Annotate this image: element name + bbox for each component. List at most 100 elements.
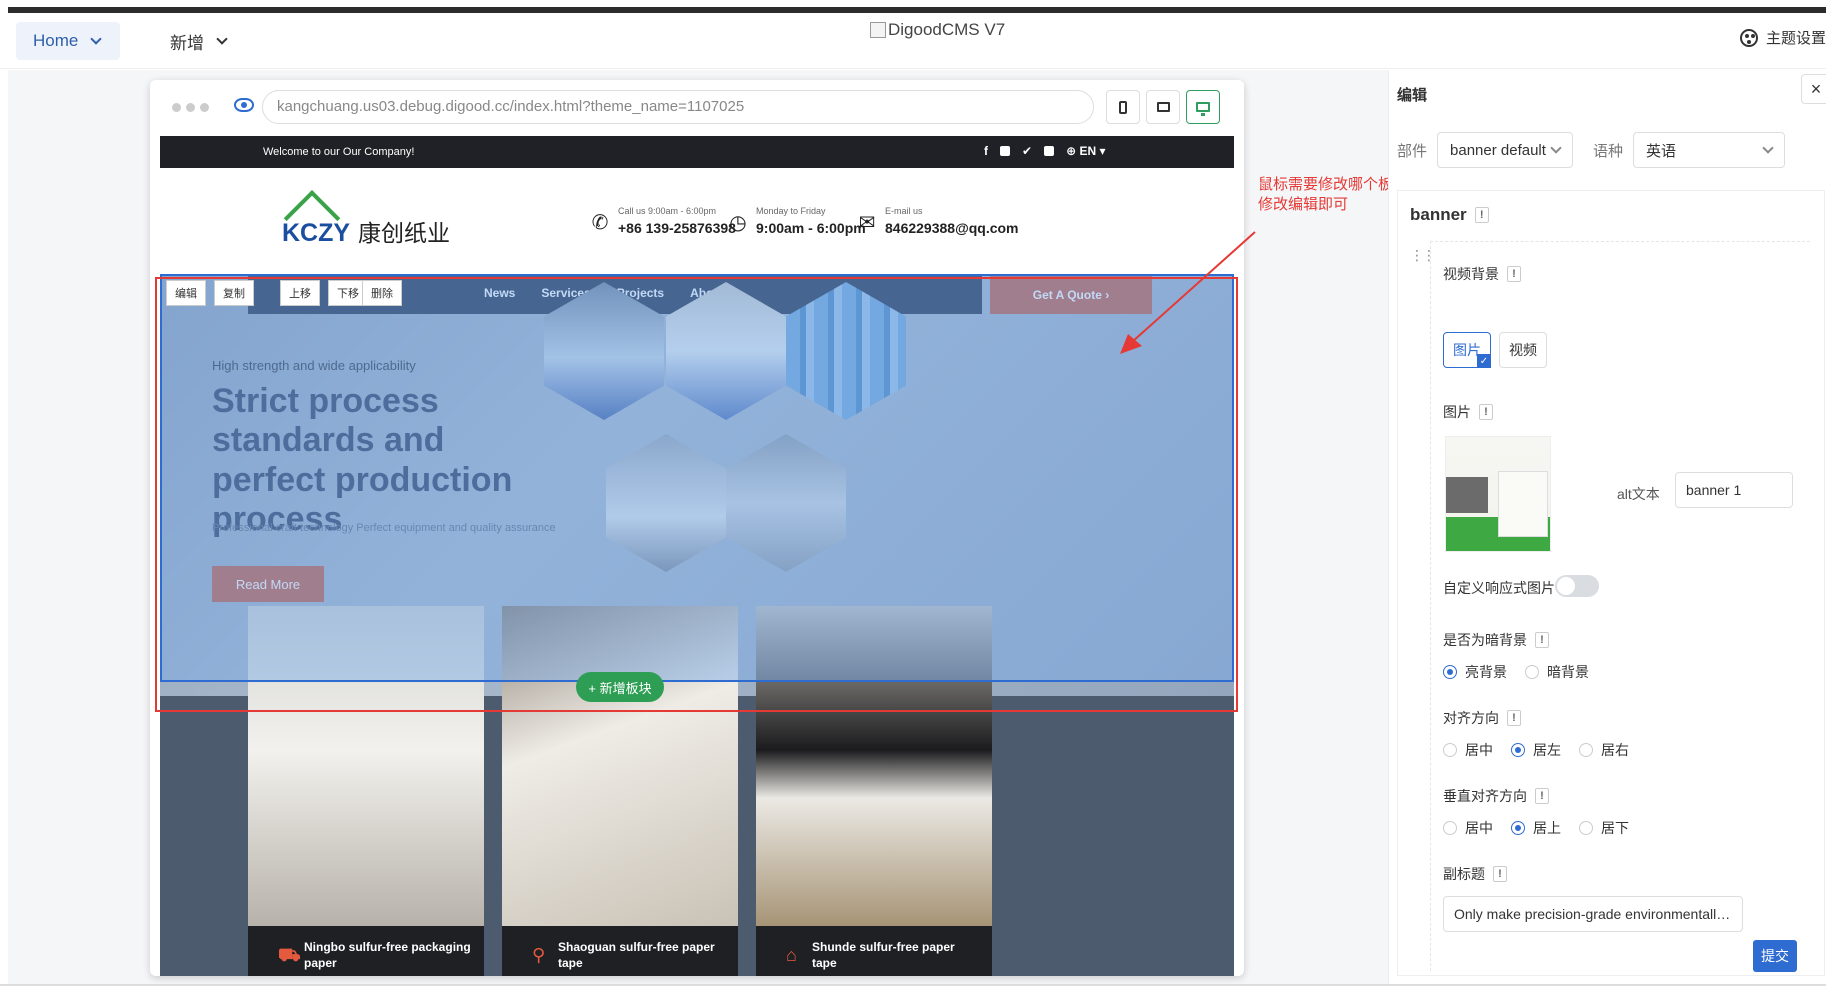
product-title: Shaoguan sulfur-free paper tape xyxy=(558,940,715,970)
contact-value: 9:00am - 6:00pm xyxy=(756,220,866,236)
video-bg-toggle: 图片 视频 xyxy=(1443,332,1547,368)
contact-phone: ✆ Call us 9:00am - 6:00pm +86 139-2587639… xyxy=(590,206,736,236)
radio-label: 居上 xyxy=(1533,820,1561,836)
close-icon[interactable]: × xyxy=(1801,74,1826,104)
chevron-down-icon xyxy=(216,33,228,45)
component-title: banner ! xyxy=(1410,205,1489,225)
browser-bar: kangchuang.us03.debug.digood.cc/index.ht… xyxy=(150,80,1244,136)
bg-image-option[interactable]: 图片 xyxy=(1443,332,1491,368)
tablet-icon xyxy=(1156,102,1170,112)
youtube-icon[interactable] xyxy=(1044,146,1055,156)
radio-dark-bg[interactable]: 暗背景 xyxy=(1525,662,1589,682)
clock-icon: ◷ xyxy=(729,212,747,234)
responsive-image-label: 自定义响应式图片 xyxy=(1443,578,1555,598)
language-switch[interactable]: ⊕ EN ▾ xyxy=(1066,144,1105,158)
add-dropdown[interactable]: 新增 xyxy=(170,22,228,60)
radio-align-center[interactable]: 居中 xyxy=(1443,740,1493,760)
dark-bg-radios: 亮背景 暗背景 xyxy=(1443,662,1589,682)
edit-panel: 编辑 × 部件 banner default 语种 英语 banner ! ⋮⋮… xyxy=(1388,70,1826,986)
add-label: 新增 xyxy=(170,33,204,53)
info-icon[interactable]: ! xyxy=(1535,788,1549,804)
desktop-view-button[interactable] xyxy=(1186,90,1220,124)
social-links: f ✔ ⊕ EN ▾ xyxy=(984,144,1105,158)
info-icon[interactable]: ! xyxy=(1493,866,1507,882)
site-logo[interactable]: KCZY 康创纸业 xyxy=(282,190,450,248)
align-label: 对齐方向! xyxy=(1443,708,1521,728)
chevron-down-icon xyxy=(1550,142,1562,154)
contact-hours: ◷ Monday to Friday 9:00am - 6:00pm xyxy=(728,206,866,236)
contact-label: Call us 9:00am - 6:00pm xyxy=(618,206,717,216)
chevron-down-icon xyxy=(1762,142,1774,154)
align-radios: 居中 居左 居右 xyxy=(1443,740,1629,760)
site-topbar: Welcome to our Our Company! f ✔ ⊕ EN ▾ xyxy=(160,136,1234,168)
logo-roof-icon xyxy=(284,190,340,216)
contact-email: ✉ E-mail us 846229388@qq.com xyxy=(857,206,1019,236)
truck-icon: ⛟ xyxy=(278,945,301,965)
phone-icon: ✆ xyxy=(591,212,609,234)
radio-light-bg[interactable]: 亮背景 xyxy=(1443,662,1507,682)
home-dropdown[interactable]: Home xyxy=(16,22,120,60)
info-icon[interactable]: ! xyxy=(1535,632,1549,648)
product-title: Ningbo sulfur-free packaging paper xyxy=(304,940,471,970)
language-value: 英语 xyxy=(1646,142,1677,160)
radio-label: 居右 xyxy=(1601,742,1629,758)
top-bar: Home 新增 DigoodCMS V7 主题设置 xyxy=(0,13,1826,69)
radio-label: 居下 xyxy=(1601,820,1629,836)
logo-cn: 康创纸业 xyxy=(358,220,451,246)
phone-icon xyxy=(1119,100,1127,114)
brand-logo: DigoodCMS V7 xyxy=(870,20,1005,40)
banner-image-thumbnail[interactable] xyxy=(1445,436,1551,552)
bg-video-option[interactable]: 视频 xyxy=(1499,332,1547,368)
info-icon[interactable]: ! xyxy=(1474,207,1489,223)
component-editor: banner ! ⋮⋮ 视频背景! 图片 视频 图片! alt文本 banner… xyxy=(1397,190,1825,976)
url-bar[interactable]: kangchuang.us03.debug.digood.cc/index.ht… xyxy=(262,90,1094,124)
location-pin-icon: ⚲ xyxy=(532,945,546,965)
submit-button[interactable]: 提交 xyxy=(1753,940,1797,972)
warehouse-icon: ⌂ xyxy=(786,945,797,965)
responsive-image-toggle[interactable] xyxy=(1555,575,1599,597)
annotation-arrow-icon xyxy=(1120,231,1256,354)
field-label: 是否为暗背景 xyxy=(1443,632,1527,648)
theme-settings[interactable]: 主题设置 xyxy=(1739,27,1826,48)
part-language-row: 部件 banner default 语种 英语 xyxy=(1397,132,1786,168)
home-label: Home xyxy=(33,31,79,50)
radio-valign-top[interactable]: 居上 xyxy=(1511,818,1561,838)
info-icon[interactable]: ! xyxy=(1507,266,1521,282)
facebook-icon[interactable]: f xyxy=(984,144,988,158)
language-label: EN xyxy=(1079,144,1097,158)
subtitle-input[interactable]: Only make precision-grade environmentall… xyxy=(1443,896,1743,932)
subtitle-label: 副标题! xyxy=(1443,864,1507,884)
radio-label: 居中 xyxy=(1465,820,1493,836)
tablet-view-button[interactable] xyxy=(1146,90,1180,124)
field-list: 视频背景! 图片 视频 图片! alt文本 banner 1 自定义响应式图片 … xyxy=(1430,241,1810,971)
radio-label: 居左 xyxy=(1533,742,1561,758)
brand-alt-text: DigoodCMS V7 xyxy=(888,20,1006,39)
radio-align-right[interactable]: 居右 xyxy=(1579,740,1629,760)
annotation-highlight-box xyxy=(155,277,1238,712)
info-icon[interactable]: ! xyxy=(1479,404,1493,420)
twitter-icon[interactable]: ✔ xyxy=(1022,144,1032,158)
info-icon[interactable]: ! xyxy=(1507,710,1521,726)
part-select[interactable]: banner default xyxy=(1437,132,1574,168)
radio-valign-center[interactable]: 居中 xyxy=(1443,818,1493,838)
radio-valign-bottom[interactable]: 居下 xyxy=(1579,818,1629,838)
alt-text-label: alt文本 xyxy=(1617,486,1660,502)
language-select[interactable]: 英语 xyxy=(1633,132,1786,168)
radio-label: 亮背景 xyxy=(1465,664,1507,680)
contact-value: +86 139-25876398 xyxy=(618,220,736,236)
radio-label: 暗背景 xyxy=(1547,664,1589,680)
chevron-down-icon xyxy=(90,33,103,45)
video-bg-label: 视频背景! xyxy=(1443,264,1521,284)
mobile-view-button[interactable] xyxy=(1106,90,1140,124)
eye-icon[interactable] xyxy=(234,98,254,112)
alt-text-input[interactable]: banner 1 xyxy=(1675,472,1793,508)
contact-value: 846229388@qq.com xyxy=(885,220,1019,236)
panel-title: 编辑 xyxy=(1397,87,1428,104)
linkedin-icon[interactable] xyxy=(1000,146,1010,156)
field-label: 自定义响应式图片 xyxy=(1443,580,1555,596)
broken-image-icon xyxy=(870,22,886,38)
contact-label: Monday to Friday xyxy=(756,206,826,216)
radio-align-left[interactable]: 居左 xyxy=(1511,740,1561,760)
window-dots xyxy=(172,103,209,112)
component-name: banner xyxy=(1410,205,1467,224)
